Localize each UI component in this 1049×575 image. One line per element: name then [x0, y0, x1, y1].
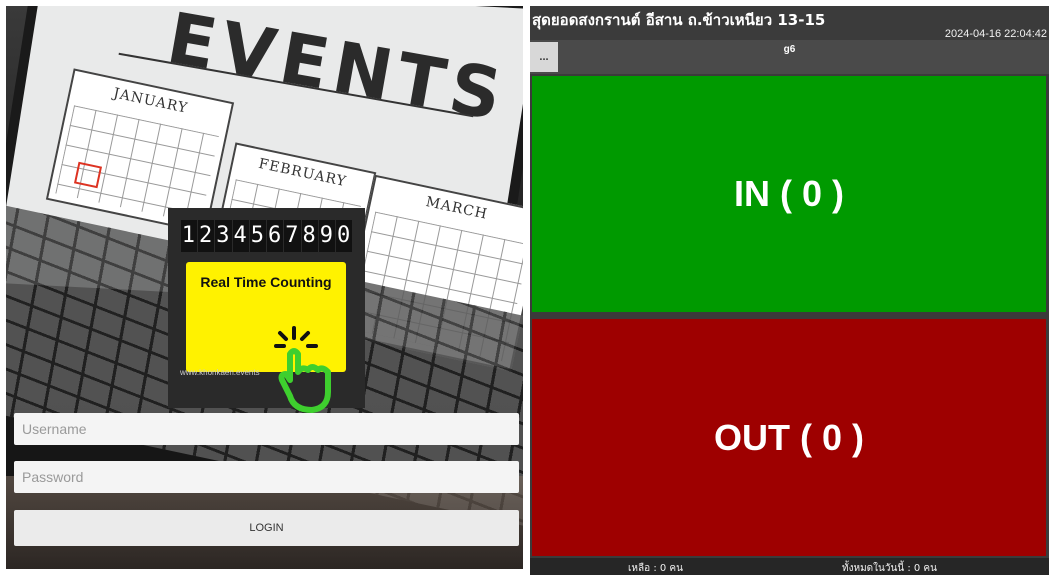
datetime-label: 2024-04-16 22:04:42 — [944, 28, 1047, 40]
tap-hand-icon — [274, 326, 331, 413]
logo-digit: 7 — [284, 220, 301, 252]
event-title: สุดยอดสงกรานต์ อีสาน ถ.ข้าวเหนียว 13-15 — [532, 11, 826, 29]
in-count-label: IN ( 0 ) — [733, 173, 844, 214]
device-label: g6 — [783, 44, 796, 55]
password-input[interactable] — [14, 461, 519, 493]
out-counter-button[interactable]: OUT ( 0 ) — [532, 319, 1046, 556]
out-count-label: OUT ( 0 ) — [714, 416, 864, 458]
logo-url: www.khonkaen.events — [180, 368, 260, 377]
logo-digit: 1 — [180, 220, 197, 252]
logo-tagline: Real Time Counting — [200, 274, 332, 290]
counter-panel: สุดยอดสงกรานต์ อีสาน ถ.ข้าวเหนียว 13-15 … — [530, 6, 1049, 575]
logo-digit: 2 — [198, 220, 215, 252]
remaining-count: เหลือ : 0 คน — [628, 563, 683, 574]
logo-yellow-card: Real Time Counting — [186, 262, 346, 413]
logo-digit: 5 — [249, 220, 266, 252]
login-panel: EVENTS JANUARY FEBRUARY MARCH 1234567890… — [6, 6, 523, 569]
username-input[interactable] — [14, 413, 519, 445]
stats-footer: เหลือ : 0 คน ทั้งหมดในวันนี้ : 0 คน — [530, 558, 1049, 575]
total-today-count: ทั้งหมดในวันนี้ : 0 คน — [842, 563, 937, 574]
logo-digit: 3 — [215, 220, 232, 252]
login-button[interactable]: LOGIN — [14, 510, 519, 546]
logo-digit: 0 — [336, 220, 353, 252]
logo-digit: 6 — [267, 220, 284, 252]
logo-digits: 1234567890 — [174, 220, 359, 252]
logo-digit: 9 — [318, 220, 335, 252]
logo-digit: 8 — [301, 220, 318, 252]
logo-digit: 4 — [232, 220, 249, 252]
app-logo: 1234567890 Real Time Counting www.khonka… — [168, 208, 365, 413]
calendar-highlight — [73, 161, 103, 189]
in-counter-button[interactable]: IN ( 0 ) — [532, 76, 1046, 312]
